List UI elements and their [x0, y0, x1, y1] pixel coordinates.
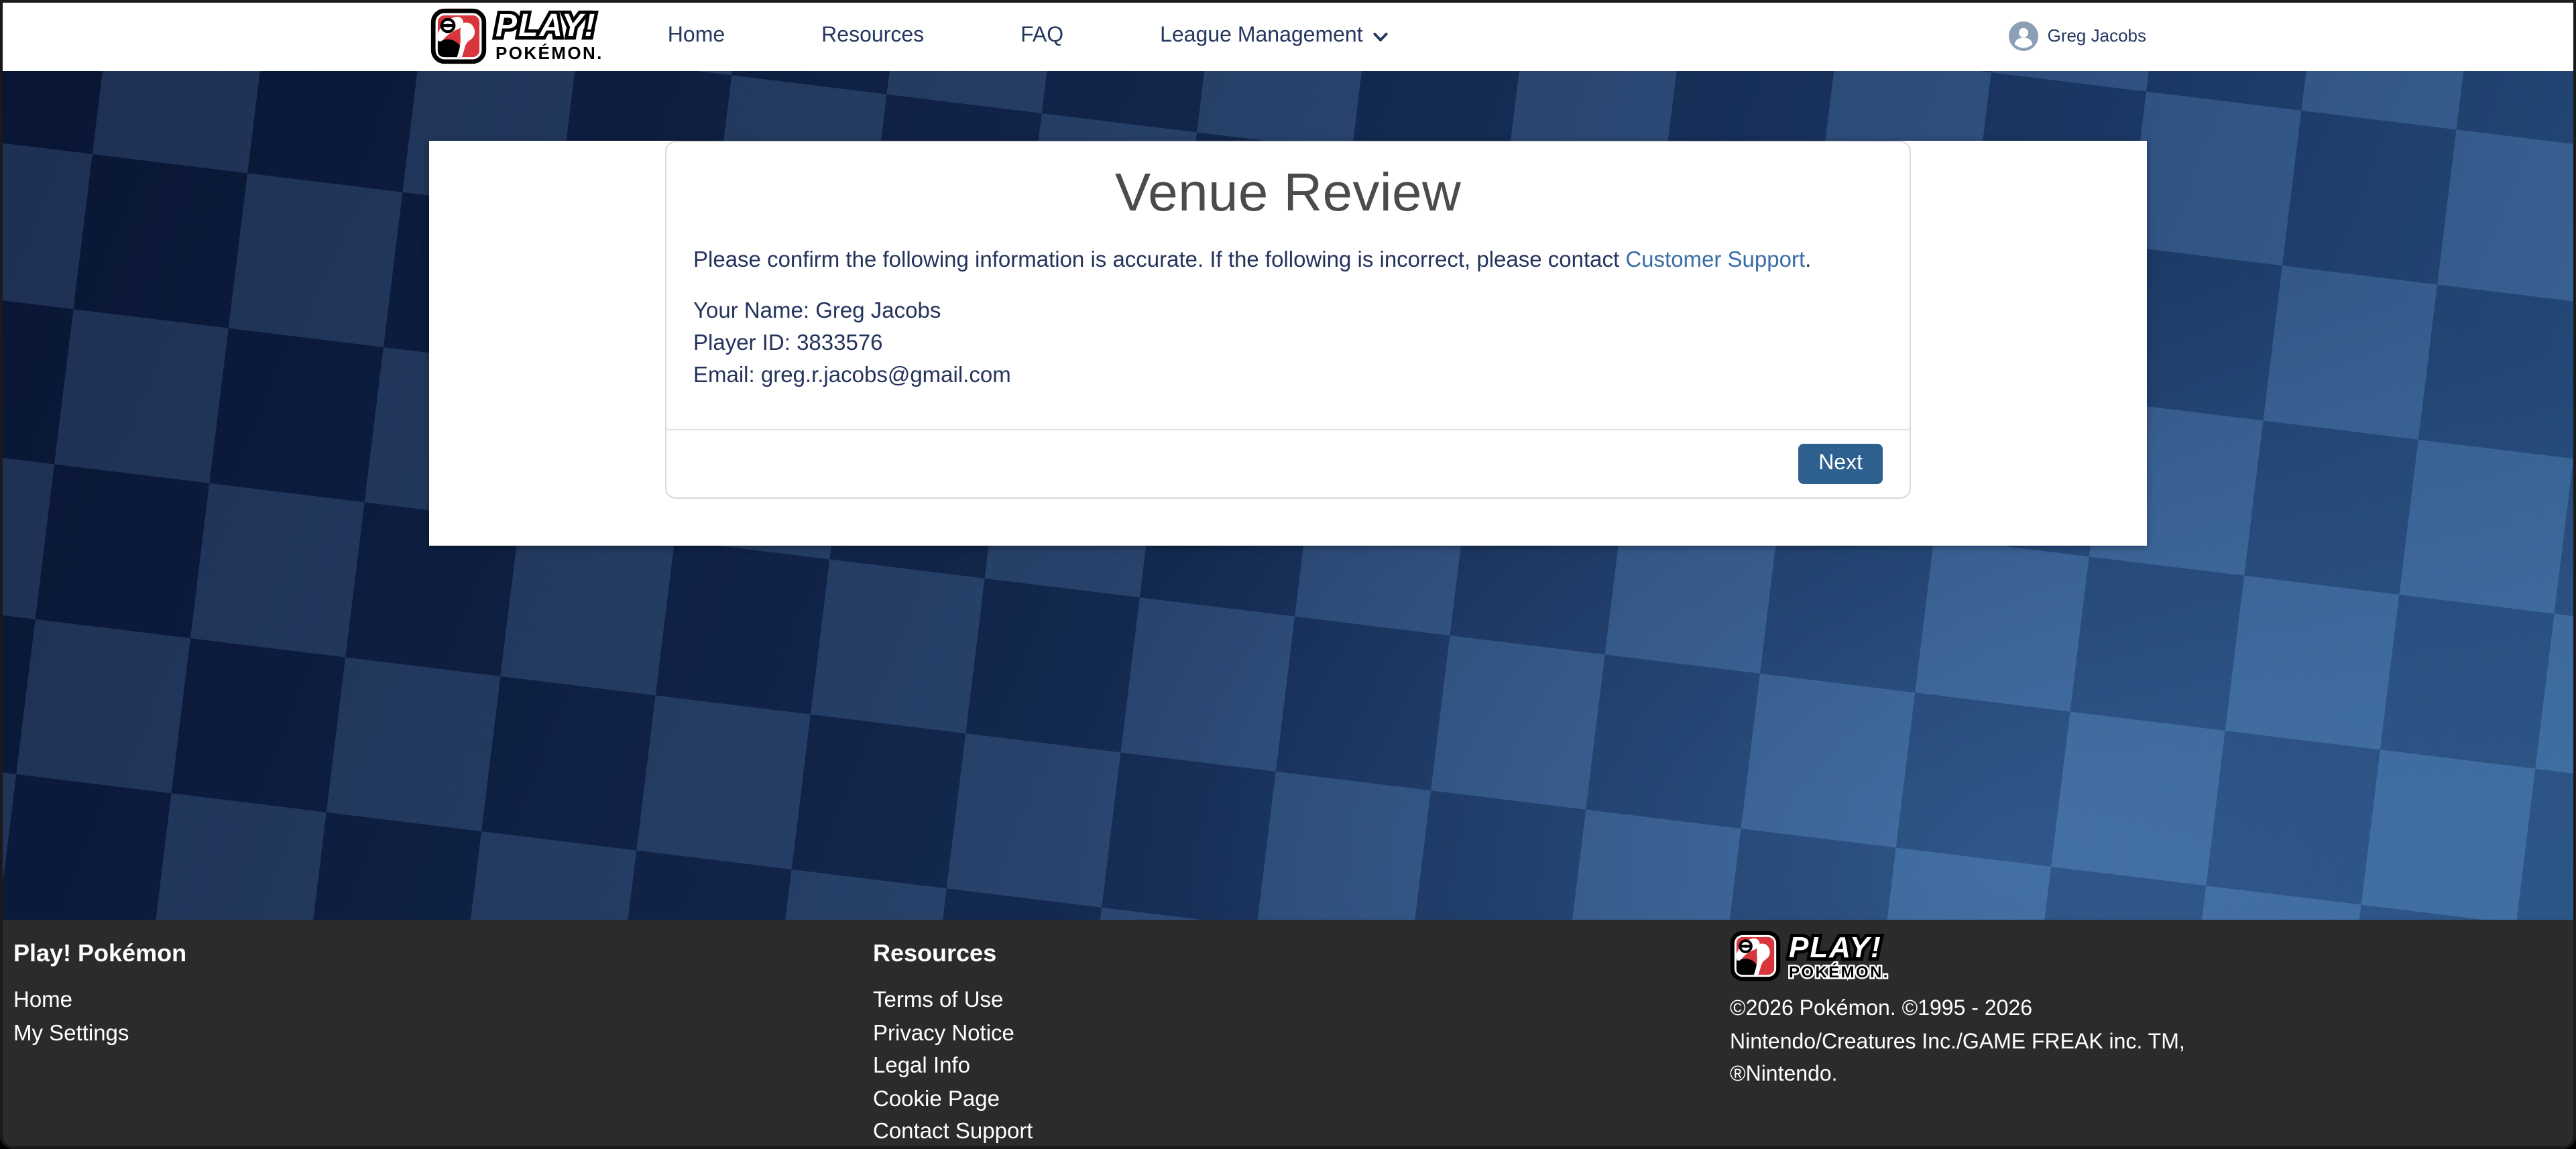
- confirmation-text-prefix: Please confirm the following information…: [693, 248, 1625, 272]
- confirmation-text-suffix: .: [1805, 248, 1811, 272]
- field-value: greg.r.jacobs@gmail.com: [761, 363, 1011, 387]
- field-value: 3833576: [797, 331, 883, 355]
- footer-heading-play-pokemon: Play! Pokémon: [13, 940, 186, 968]
- next-button[interactable]: Next: [1798, 444, 1883, 484]
- field-value: Greg Jacobs: [815, 299, 941, 323]
- nav-league-management[interactable]: League Management: [1160, 23, 1389, 48]
- footer-link-contact-support[interactable]: Contact Support: [873, 1115, 1033, 1148]
- user-menu[interactable]: Greg Jacobs: [2009, 21, 2146, 50]
- venue-review-card: Venue Review Please confirm the followin…: [665, 141, 1911, 499]
- footer-link-terms-of-use[interactable]: Terms of Use: [873, 984, 1003, 1017]
- content-panel: Venue Review Please confirm the followin…: [429, 141, 2147, 546]
- top-navbar: PLAY! POKÉMON. Home Resources FAQ League…: [0, 0, 2576, 71]
- logo-play-text: PLAY!: [495, 10, 603, 42]
- field-label: Player ID:: [693, 331, 791, 355]
- logo-text: PLAY! POKÉMON.: [495, 10, 603, 61]
- footer-column-brand: PLAY! POKÉMON. ©2026 Pokémon. ©1995 - 20…: [1730, 930, 2186, 1149]
- nav-faq[interactable]: FAQ: [1020, 23, 1063, 48]
- customer-support-link[interactable]: Customer Support: [1625, 248, 1805, 272]
- card-footer: Next: [666, 429, 1910, 497]
- field-your-name: Your Name: Greg Jacobs: [693, 295, 1883, 327]
- field-label: Your Name:: [693, 299, 809, 323]
- page-title: Venue Review: [693, 164, 1883, 224]
- footer-logo-text: PLAY! POKÉMON.: [1789, 932, 1889, 979]
- card-body: Venue Review Please confirm the followin…: [666, 142, 1910, 429]
- footer-column-resources: Resources Terms of Use Privacy Notice Le…: [873, 940, 1730, 1149]
- field-email: Email: greg.r.jacobs@gmail.com: [693, 359, 1883, 391]
- footer-link-home[interactable]: Home: [13, 984, 72, 1017]
- user-name: Greg Jacobs: [2048, 25, 2146, 46]
- main-content: Venue Review Please confirm the followin…: [0, 71, 2576, 920]
- page-footer: Play! Pokémon Home My Settings Resources…: [0, 920, 2576, 1149]
- footer-link-legal-info[interactable]: Legal Info: [873, 1050, 970, 1083]
- field-label: Email:: [693, 363, 755, 387]
- footer-link-privacy-notice[interactable]: Privacy Notice: [873, 1017, 1014, 1050]
- avatar-icon: [2009, 21, 2038, 50]
- footer-heading-resources: Resources: [873, 940, 996, 968]
- footer-play-pokemon-badge-icon: [1730, 930, 1781, 981]
- footer-column-play-pokemon: Play! Pokémon Home My Settings: [13, 940, 873, 1149]
- play-pokemon-logo[interactable]: PLAY! POKÉMON.: [430, 7, 603, 64]
- footer-logo-play-text: PLAY!: [1789, 932, 1889, 962]
- footer-logo-pokemon-text: POKÉMON.: [1789, 963, 1889, 979]
- footer-play-pokemon-logo: PLAY! POKÉMON.: [1730, 930, 1889, 981]
- nav-league-management-label: League Management: [1160, 23, 1362, 48]
- footer-link-cookie-page[interactable]: Cookie Page: [873, 1083, 1000, 1115]
- logo-pokemon-text: POKÉMON.: [495, 44, 603, 61]
- play-pokemon-badge-icon: [430, 7, 486, 64]
- chevron-down-icon: [1372, 28, 1390, 46]
- player-info: Your Name: Greg Jacobs Player ID: 383357…: [693, 295, 1883, 429]
- page: PLAY! POKÉMON. Home Resources FAQ League…: [0, 0, 2576, 1149]
- nav-resources[interactable]: Resources: [821, 23, 924, 48]
- copyright-text: ©2026 Pokémon. ©1995 - 2026 Nintendo/Cre…: [1730, 993, 2186, 1092]
- field-player-id: Player ID: 3833576: [693, 327, 1883, 359]
- footer-link-my-settings[interactable]: My Settings: [13, 1017, 129, 1050]
- nav-home[interactable]: Home: [668, 23, 725, 48]
- navbar-inner: PLAY! POKÉMON. Home Resources FAQ League…: [408, 0, 2168, 71]
- confirmation-text: Please confirm the following information…: [693, 248, 1883, 274]
- primary-nav: Home Resources FAQ League Management: [668, 23, 1390, 48]
